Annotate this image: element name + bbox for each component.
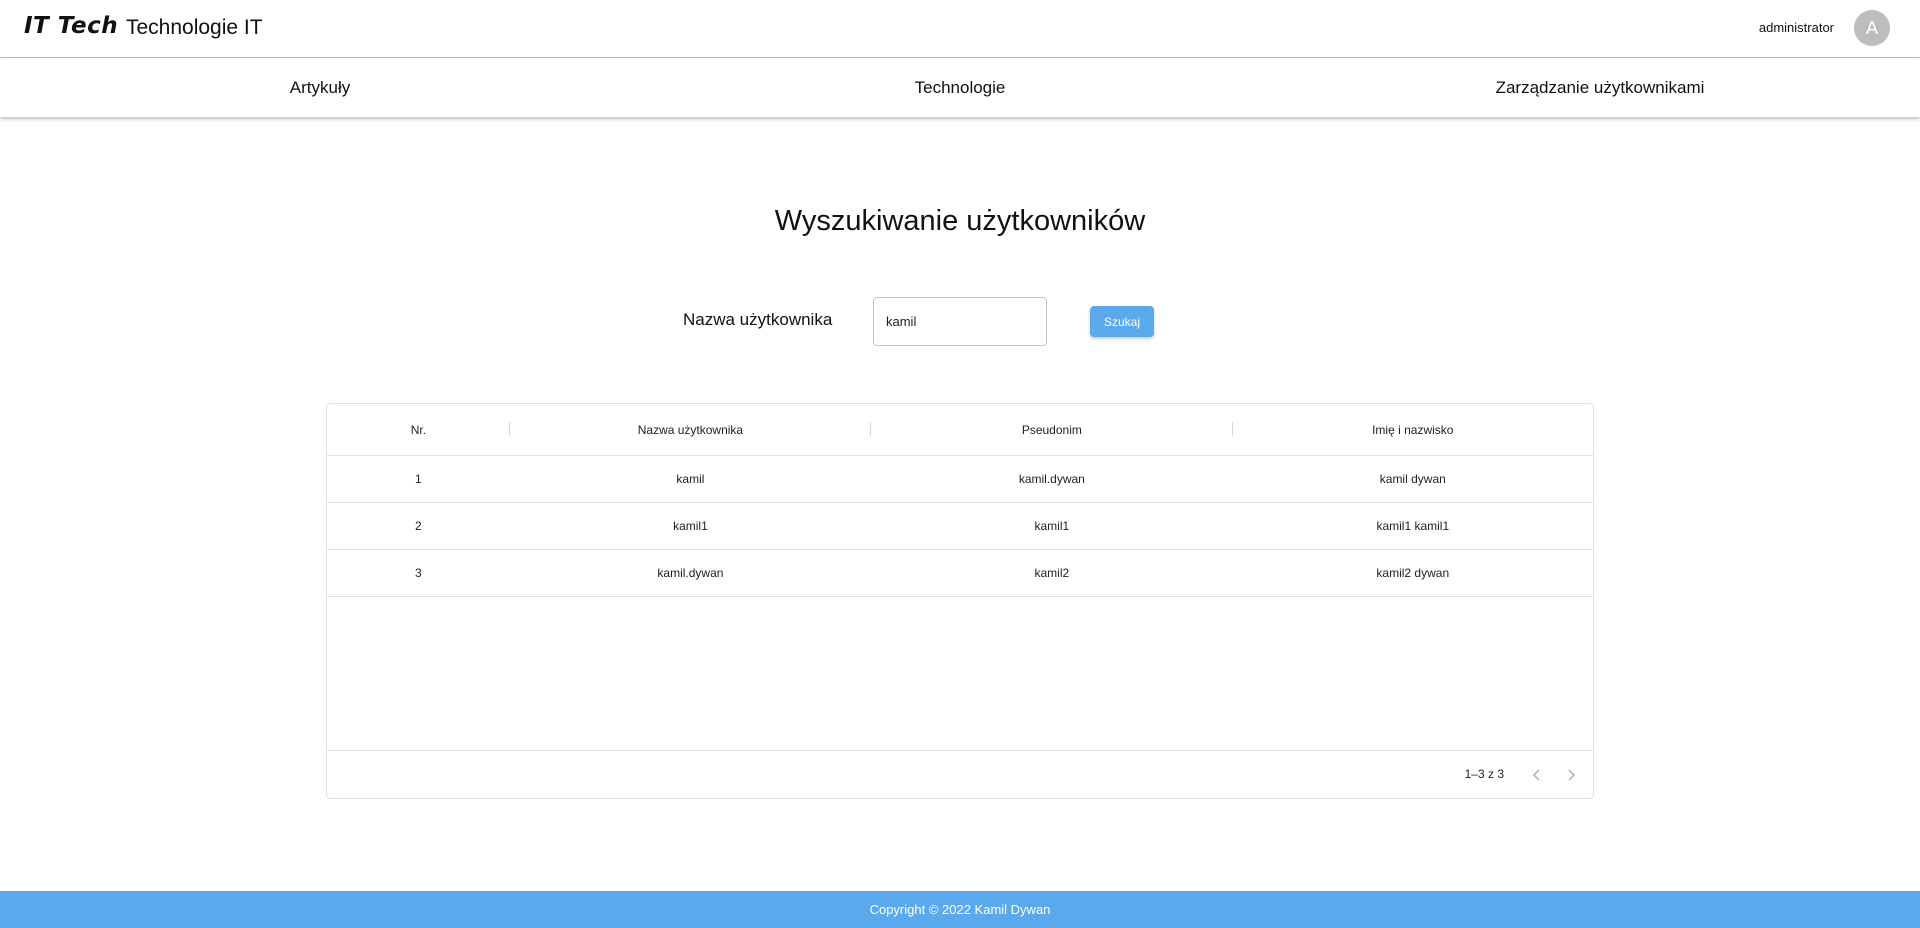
page-footer: Copyright © 2022 Kamil Dywan bbox=[0, 891, 1920, 928]
cell-username: kamil1 bbox=[673, 519, 708, 533]
column-header-full-name[interactable]: Imię i nazwisko bbox=[1233, 404, 1593, 455]
cell-nickname: kamil2 bbox=[1034, 566, 1070, 580]
previous-page-button[interactable] bbox=[1525, 763, 1549, 787]
nav-item-user-management[interactable]: Zarządzanie użytkownikami bbox=[1280, 58, 1920, 117]
nav-item-articles[interactable]: Artykuły bbox=[0, 58, 640, 117]
username-search-input[interactable] bbox=[873, 297, 1047, 346]
cell-number: 1 bbox=[415, 472, 422, 486]
brand-title: Technologie IT bbox=[126, 16, 263, 39]
cell-nickname: kamil.dywan bbox=[1018, 472, 1085, 486]
brand-logo[interactable]: IT Tech bbox=[24, 13, 118, 39]
top-header: IT Tech Technologie IT administrator A bbox=[0, 0, 1920, 58]
column-header-username[interactable]: Nazwa użytkownika bbox=[510, 404, 872, 455]
chevron-left-icon bbox=[1532, 769, 1540, 781]
cell-nickname: kamil1 bbox=[1034, 519, 1070, 533]
table-pagination: 1–3 z 3 bbox=[327, 750, 1593, 798]
page-title: Wyszukiwanie użytkowników bbox=[774, 205, 1146, 237]
search-button[interactable]: Szukaj bbox=[1090, 306, 1154, 337]
cell-number: 2 bbox=[415, 519, 422, 533]
cell-username: kamil.dywan bbox=[657, 566, 724, 580]
column-header-label: Nazwa użytkownika bbox=[637, 422, 744, 437]
pagination-range: 1–3 z 3 bbox=[1464, 767, 1504, 781]
table-row[interactable]: 3 kamil.dywan kamil2 kamil2 dywan bbox=[327, 550, 1593, 597]
column-header-label: Pseudonim bbox=[1021, 422, 1082, 437]
cell-full-name: kamil dywan bbox=[1379, 472, 1446, 486]
users-table: Nr. Nazwa użytkownika Pseudonim Imię i n… bbox=[326, 403, 1594, 799]
table-row[interactable]: 2 kamil1 kamil1 kamil1 kamil1 bbox=[327, 503, 1593, 550]
main-navigation: Artykuły Technologie Zarządzanie użytkow… bbox=[0, 58, 1920, 117]
table-header: Nr. Nazwa użytkownika Pseudonim Imię i n… bbox=[327, 404, 1593, 456]
nav-item-technologies[interactable]: Technologie bbox=[640, 58, 1280, 117]
table-row[interactable]: 1 kamil kamil.dywan kamil dywan bbox=[327, 456, 1593, 503]
column-header-label: Nr. bbox=[410, 422, 427, 437]
column-header-number[interactable]: Nr. bbox=[327, 404, 510, 455]
column-header-label: Imię i nazwisko bbox=[1372, 422, 1454, 437]
cell-full-name: kamil1 kamil1 bbox=[1376, 519, 1450, 533]
current-username: administrator bbox=[1758, 20, 1834, 35]
user-avatar[interactable]: A bbox=[1854, 10, 1890, 46]
cell-username: kamil bbox=[676, 472, 705, 486]
column-header-nickname[interactable]: Pseudonim bbox=[871, 404, 1233, 455]
username-search-label: Nazwa użytkownika bbox=[683, 310, 833, 329]
next-page-button[interactable] bbox=[1559, 763, 1583, 787]
cell-number: 3 bbox=[415, 566, 422, 580]
cell-full-name: kamil2 dywan bbox=[1376, 566, 1450, 580]
copyright-text: Copyright © 2022 Kamil Dywan bbox=[869, 902, 1051, 917]
chevron-right-icon bbox=[1568, 769, 1576, 781]
